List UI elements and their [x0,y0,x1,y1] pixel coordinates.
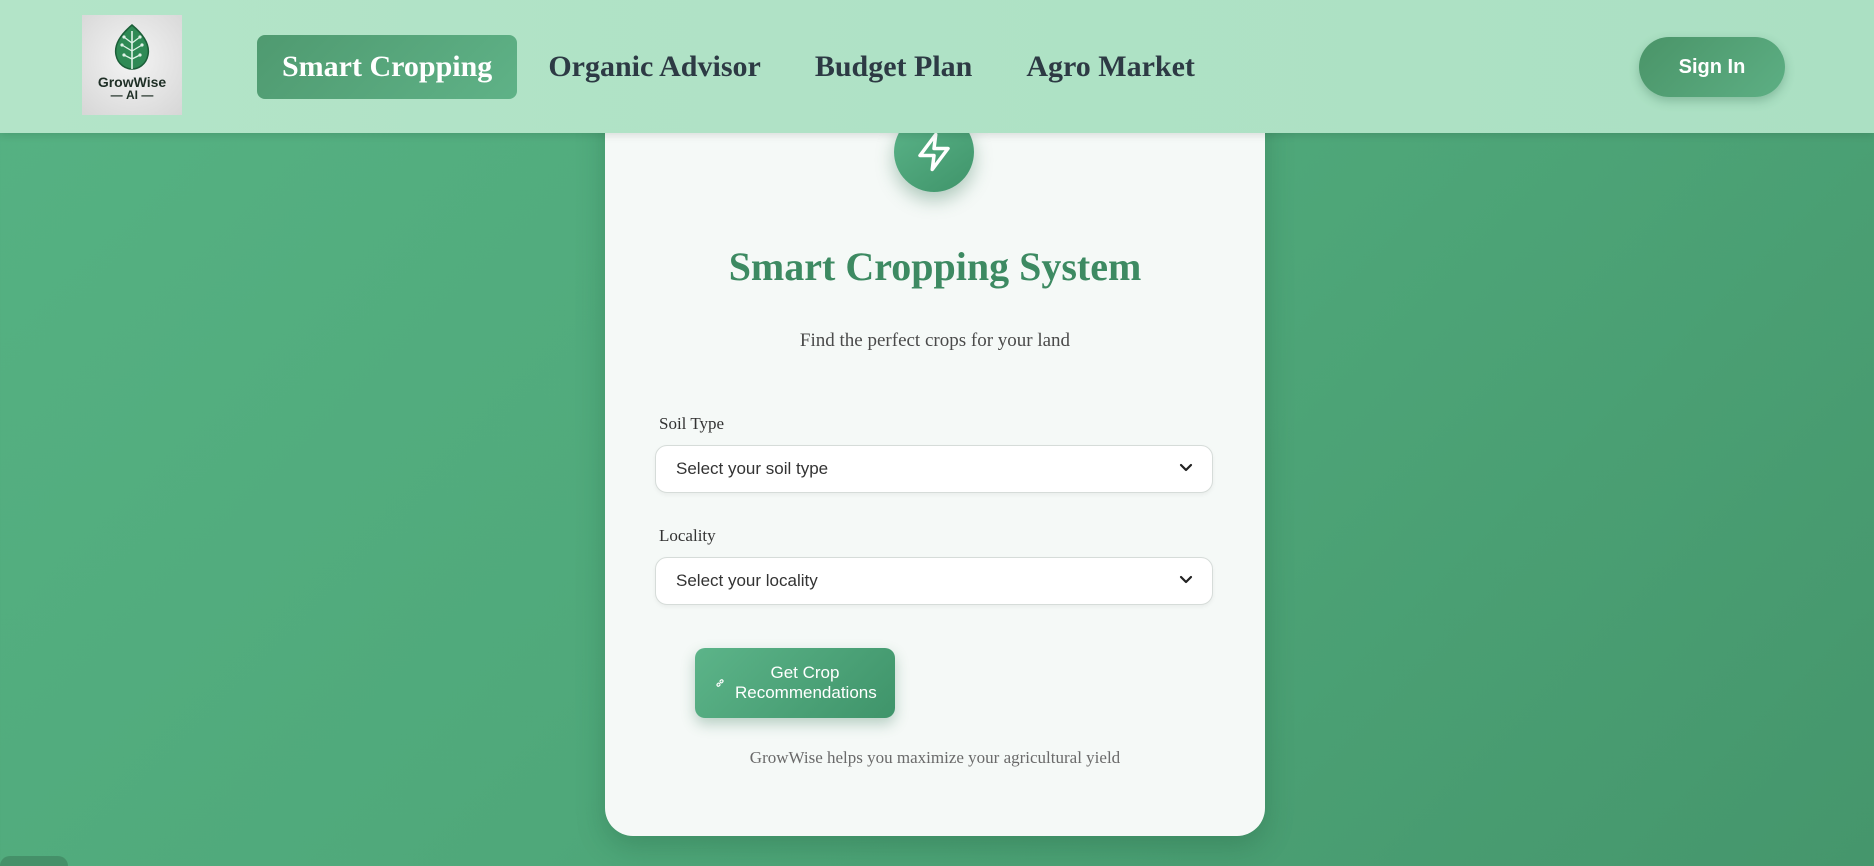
locality-select[interactable]: Select your locality [655,557,1213,605]
top-navbar: GrowWise — AI — Smart Cropping Organic A… [0,0,1874,133]
sign-in-button[interactable]: Sign In [1639,37,1785,97]
get-recommendations-label: Get Crop Recommendations [735,663,877,702]
logo-text: GrowWise [97,74,167,90]
chevron-down-icon [1178,571,1194,592]
logo-subtext: — AI — [110,88,154,102]
locality-label: Locality [659,526,716,545]
footer-note: GrowWise helps you maximize your agricul… [749,748,1121,767]
nav-budget-plan[interactable]: Budget Plan [790,35,998,99]
page-title: Smart Cropping System [728,244,1142,289]
growwise-logo[interactable]: GrowWise — AI — [82,15,182,115]
get-recommendations-button[interactable]: Get Crop Recommendations [695,648,895,718]
chevron-down-icon [1178,459,1194,480]
link-icon [715,673,725,693]
nav-smart-cropping[interactable]: Smart Cropping [257,35,518,99]
locality-value: Select your locality [676,571,818,590]
smart-cropping-card: Smart Cropping System Find the perfect c… [605,80,1265,836]
main-nav: Smart Cropping Organic Advisor Budget Pl… [257,35,1224,99]
soil-type-label: Soil Type [659,414,725,433]
soil-type-value: Select your soil type [676,459,829,478]
nav-organic-advisor[interactable]: Organic Advisor [523,35,786,99]
leaf-circuit-icon [114,24,150,70]
corner-widget [0,856,68,866]
page-subtitle: Find the perfect crops for your land [799,330,1071,351]
nav-agro-market[interactable]: Agro Market [1001,35,1220,99]
soil-type-select[interactable]: Select your soil type [655,445,1213,493]
